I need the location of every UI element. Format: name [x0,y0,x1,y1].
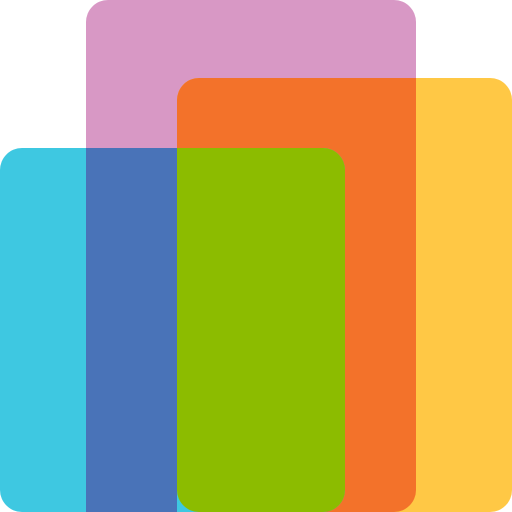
logo-graphic [0,0,512,512]
app-logo [0,0,512,512]
